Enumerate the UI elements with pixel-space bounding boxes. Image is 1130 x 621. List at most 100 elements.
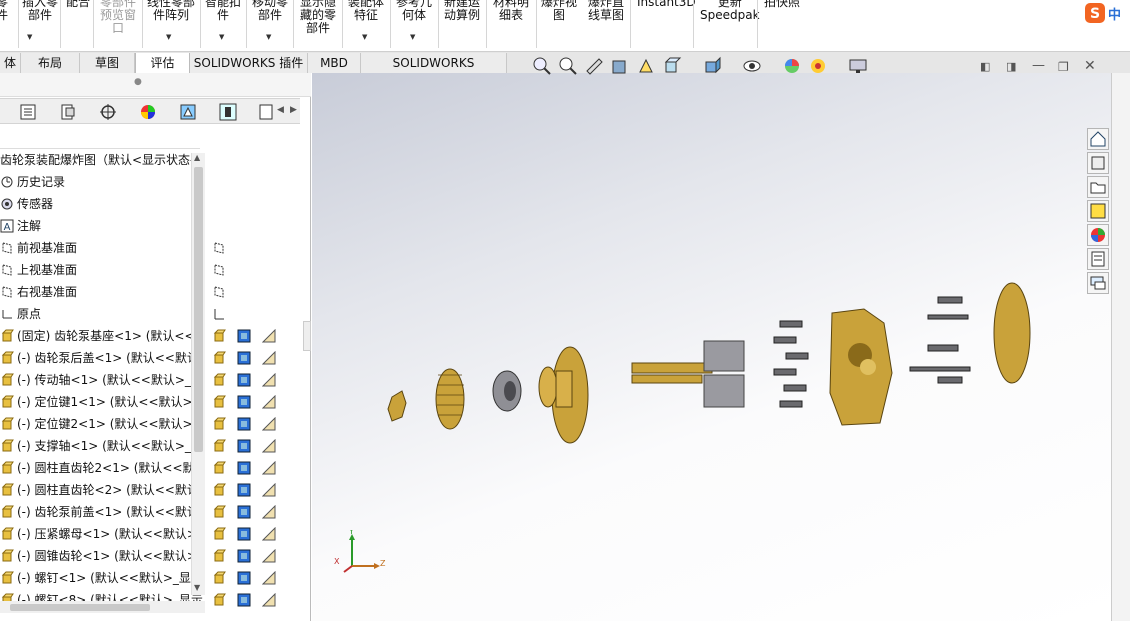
material-icon[interactable] <box>261 548 276 563</box>
previous-view-icon[interactable] <box>584 56 604 76</box>
exploded-view-button[interactable]: 爆炸视 图 <box>541 0 577 22</box>
part-state-icon[interactable] <box>212 461 226 475</box>
new-motion-study-button[interactable]: 新建运 动算例 <box>444 0 480 22</box>
part-state-icon[interactable] <box>212 483 226 497</box>
explode-line-button[interactable]: 爆炸直 线草图 <box>588 0 624 22</box>
restore-icon[interactable]: ❐ <box>1058 60 1069 74</box>
origin-state-icon[interactable] <box>212 307 226 321</box>
sogou-ime-icon[interactable]: S 中 <box>1081 0 1130 30</box>
part-state-icon[interactable] <box>212 395 226 409</box>
panel-collapse-handle[interactable] <box>303 321 311 351</box>
appearance-cube-icon[interactable] <box>237 417 251 431</box>
caret-icon[interactable]: ▼ <box>27 33 32 41</box>
caret-icon[interactable]: ▼ <box>362 33 367 41</box>
tree-root-assembly[interactable]: 齿轮泵装配爆炸图（默认<显示状态- <box>0 149 194 171</box>
plane-state-icon[interactable] <box>212 263 226 277</box>
part-state-icon[interactable] <box>212 549 226 563</box>
reference-geometry-button[interactable]: 参考几 何体 <box>396 0 432 22</box>
move-component-button[interactable]: 移动零 部件 <box>252 0 288 22</box>
apply-scene-icon[interactable] <box>808 56 828 76</box>
material-icon[interactable] <box>261 592 276 607</box>
file-explorer-icon[interactable] <box>1087 176 1109 198</box>
caret-icon[interactable]: ▼ <box>219 33 224 41</box>
part-state-icon[interactable] <box>212 505 226 519</box>
custom-properties-icon[interactable] <box>1087 248 1109 270</box>
view-orientation-icon[interactable] <box>662 56 682 76</box>
configuration-manager-icon[interactable] <box>98 102 118 122</box>
part-state-icon[interactable] <box>212 571 226 585</box>
assembly-feature-button[interactable]: 装配体 特征 <box>348 0 384 22</box>
part-state-icon[interactable] <box>212 417 226 431</box>
smart-fastener-button[interactable]: 智能扣 件 <box>205 0 241 22</box>
appearance-cube-icon[interactable] <box>237 439 251 453</box>
filter-bar[interactable] <box>0 125 200 149</box>
tab-5[interactable]: MBD <box>308 53 361 73</box>
tile-left-icon[interactable]: ◧ <box>980 60 990 73</box>
dynamic-annotation-icon[interactable] <box>636 56 656 76</box>
material-icon[interactable] <box>261 438 276 453</box>
snapshot-button[interactable]: 拍快照 <box>764 0 800 9</box>
linear-pattern-button[interactable]: 线性零部 件阵列 <box>147 0 195 22</box>
material-icon[interactable] <box>261 504 276 519</box>
appearance-cube-icon[interactable] <box>237 461 251 475</box>
view-settings-icon[interactable] <box>848 56 868 76</box>
caret-icon[interactable]: ▼ <box>410 33 415 41</box>
graphics-area[interactable] <box>312 73 1111 621</box>
plane-state-icon[interactable] <box>212 285 226 299</box>
appearance-cube-icon[interactable] <box>237 505 251 519</box>
forum-icon[interactable] <box>1087 272 1109 294</box>
appearance-cube-icon[interactable] <box>237 571 251 585</box>
design-library-icon[interactable] <box>1087 152 1109 174</box>
material-icon[interactable] <box>261 372 276 387</box>
appearances-icon[interactable] <box>1087 224 1109 246</box>
tab-3[interactable]: 评估 <box>135 53 190 74</box>
zoom-to-fit-icon[interactable] <box>532 56 552 76</box>
tab-0[interactable]: 体 <box>0 53 21 73</box>
update-speedpak-button[interactable]: 更新 Speedpak <box>700 0 760 22</box>
appearance-cube-icon[interactable] <box>237 373 251 387</box>
part-state-icon[interactable] <box>212 439 226 453</box>
tree-horizontal-scrollbar[interactable] <box>0 601 205 613</box>
material-icon[interactable] <box>261 350 276 365</box>
tab-2[interactable]: 草图 <box>80 53 135 73</box>
caret-icon[interactable]: ▼ <box>266 33 271 41</box>
appearance-cube-icon[interactable] <box>237 593 251 607</box>
new-part-preview-button[interactable]: 零部件 预览窗 口 <box>100 0 136 35</box>
show-hidden-button[interactable]: 显示隐 藏的零 部件 <box>300 0 336 35</box>
edit-appearance-icon[interactable] <box>782 56 802 76</box>
part-state-icon[interactable] <box>212 373 226 387</box>
mate-button[interactable]: 配合 <box>66 0 90 9</box>
tab-6[interactable]: SOLIDWORKS Inspection <box>361 53 507 90</box>
appearance-cube-icon[interactable] <box>237 351 251 365</box>
display-style-icon[interactable] <box>702 56 722 76</box>
tab-4[interactable]: SOLIDWORKS 插件 <box>190 53 308 73</box>
material-icon[interactable] <box>261 394 276 409</box>
appearance-cube-icon[interactable] <box>237 395 251 409</box>
caret-icon[interactable]: ▼ <box>166 33 171 41</box>
feature-tree-icon[interactable] <box>18 102 38 122</box>
minimize-icon[interactable]: — <box>1032 58 1045 73</box>
view-palette-icon[interactable] <box>1087 200 1109 222</box>
material-icon[interactable] <box>261 570 276 585</box>
part-state-icon[interactable] <box>212 329 226 343</box>
plane-state-icon[interactable] <box>212 241 226 255</box>
material-icon[interactable] <box>261 328 276 343</box>
dimxpert-icon[interactable] <box>178 102 198 122</box>
material-icon[interactable] <box>261 526 276 541</box>
material-icon[interactable] <box>261 482 276 497</box>
ribbon-cut-button[interactable]: 零 件 <box>0 0 8 22</box>
appearance-cube-icon[interactable] <box>237 483 251 497</box>
tile-right-icon[interactable]: ◨ <box>1006 60 1016 73</box>
tree-vertical-scrollbar[interactable]: ▲ ▼ <box>191 153 205 595</box>
instant3d-button[interactable]: Instant3D <box>637 0 696 9</box>
insert-part-button[interactable]: 插入零 部件 <box>22 0 58 22</box>
property-manager-icon[interactable] <box>58 102 78 122</box>
material-icon[interactable] <box>261 460 276 475</box>
section-view-icon[interactable] <box>610 56 630 76</box>
home-icon[interactable] <box>1087 128 1109 150</box>
material-icon[interactable] <box>261 416 276 431</box>
appearance-cube-icon[interactable] <box>237 329 251 343</box>
more-panels-icon[interactable] <box>256 102 276 122</box>
zoom-to-area-icon[interactable] <box>558 56 578 76</box>
panel-collapse-dot-icon[interactable]: ● <box>134 77 142 87</box>
